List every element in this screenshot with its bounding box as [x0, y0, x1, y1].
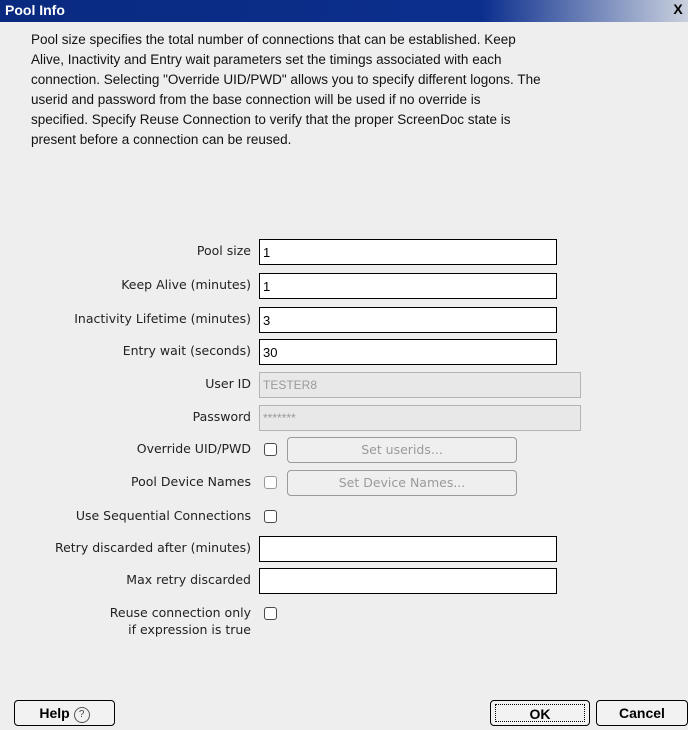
device-names-label: Pool Device Names [131, 474, 251, 489]
set-userids-button[interactable]: Set userids... [287, 437, 517, 463]
keep-alive-input[interactable] [259, 273, 557, 299]
reuse-label-line1: Reuse connection only [109, 605, 251, 620]
password-input [259, 405, 581, 431]
inactivity-input[interactable] [259, 307, 557, 333]
user-id-label: User ID [205, 376, 251, 391]
reuse-label: Reuse connection only if expression is tr… [110, 604, 251, 638]
retry-after-row: Retry discarded after (minutes) [0, 536, 688, 562]
sequential-label: Use Sequential Connections [75, 508, 251, 523]
entry-wait-row: Entry wait (seconds) [0, 339, 688, 365]
help-button-label: Help [39, 705, 70, 721]
help-button[interactable]: Help? [14, 700, 115, 726]
help-icon: ? [73, 707, 90, 723]
button-bar: Help? OK Cancel [0, 700, 688, 730]
cancel-button[interactable]: Cancel [596, 700, 688, 726]
reuse-checkbox[interactable] [264, 607, 277, 620]
device-names-row: Pool Device Names Set Device Names... [0, 470, 688, 496]
pool-size-row: Pool size [0, 239, 688, 265]
retry-after-label: Retry discarded after (minutes) [54, 540, 251, 555]
window-title: Pool Info [5, 2, 65, 18]
inactivity-label: Inactivity Lifetime (minutes) [74, 311, 251, 326]
set-device-names-button[interactable]: Set Device Names... [287, 470, 517, 496]
title-bar[interactable]: Pool Info X [0, 0, 688, 22]
reuse-label-line2: if expression is true [128, 622, 251, 637]
override-checkbox[interactable] [264, 443, 277, 456]
override-label: Override UID/PWD [136, 441, 251, 456]
reuse-row: Reuse connection only if expression is tr… [0, 604, 688, 644]
retry-after-input[interactable] [259, 536, 557, 562]
user-id-input [259, 372, 581, 398]
device-names-checkbox[interactable] [264, 476, 277, 489]
inactivity-row: Inactivity Lifetime (minutes) [0, 307, 688, 333]
user-id-row: User ID [0, 372, 688, 398]
entry-wait-label: Entry wait (seconds) [122, 343, 251, 358]
pool-size-label: Pool size [196, 243, 251, 258]
max-retry-row: Max retry discarded [0, 568, 688, 594]
pool-info-dialog: Pool Info X Pool size specifies the tota… [0, 0, 688, 730]
ok-button[interactable]: OK [490, 700, 590, 726]
sequential-row: Use Sequential Connections [0, 504, 688, 530]
close-icon[interactable]: X [670, 2, 686, 18]
max-retry-label: Max retry discarded [126, 572, 251, 587]
password-label: Password [192, 409, 251, 424]
keep-alive-label: Keep Alive (minutes) [121, 277, 251, 292]
max-retry-input[interactable] [259, 568, 557, 594]
password-row: Password [0, 405, 688, 431]
ok-button-label: OK [495, 704, 585, 722]
keep-alive-row: Keep Alive (minutes) [0, 273, 688, 299]
entry-wait-input[interactable] [259, 339, 557, 365]
override-row: Override UID/PWD Set userids... [0, 437, 688, 463]
pool-size-input[interactable] [259, 239, 557, 265]
description-text: Pool size specifies the total number of … [31, 32, 541, 147]
sequential-checkbox[interactable] [264, 510, 277, 523]
